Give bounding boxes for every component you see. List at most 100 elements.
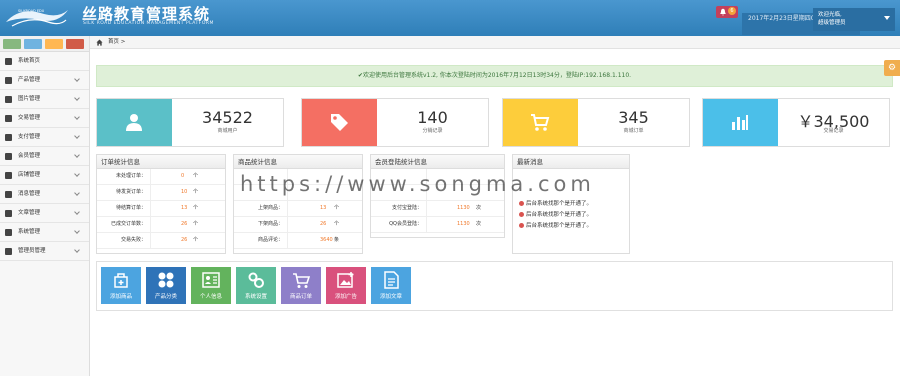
bar-chart-icon xyxy=(703,99,778,146)
sidebar-item-1[interactable]: 产品管理 xyxy=(0,71,89,90)
stat-value: 345 xyxy=(618,108,649,127)
chevron-down-icon xyxy=(74,95,80,101)
sidebar-item-7[interactable]: 消息管理 xyxy=(0,185,89,204)
stat-row-unit: 个 xyxy=(193,237,199,243)
news-item[interactable]: 后台系统找那个是开通了。 xyxy=(513,199,629,210)
chevron-down-icon xyxy=(74,171,80,177)
logo-small-text: SILKROAD EDU xyxy=(18,9,45,13)
bag-icon xyxy=(114,273,128,288)
settings-icon xyxy=(248,272,264,288)
shortcut-orange-button[interactable] xyxy=(45,39,63,49)
product-stats-panel: 商品统计信息 上架商品： 13 个下架商品： 26 个商品评论： 3640 条 xyxy=(233,154,363,254)
chevron-down-icon xyxy=(74,133,80,139)
sidebar-item-label: 图片管理 xyxy=(18,96,41,102)
stat-row-value: 26 xyxy=(181,237,188,243)
stat-card[interactable]: 34522 商城用户 xyxy=(96,98,284,147)
stat-row: 交易失败： 26 个 xyxy=(97,233,225,249)
stat-row-value: 0 xyxy=(181,173,185,179)
sidebar-item-label: 系统首页 xyxy=(18,58,41,64)
home-icon xyxy=(5,58,12,65)
stat-row-label: 上架商品： xyxy=(234,201,288,216)
stat-row-unit: 个 xyxy=(193,221,199,227)
sidebar-item-0[interactable]: 系统首页 xyxy=(0,52,89,71)
category-icon xyxy=(158,272,174,288)
shortcut-blue-button[interactable] xyxy=(24,39,42,49)
sidebar-item-label: 支付管理 xyxy=(18,134,41,140)
shortcut-green-button[interactable] xyxy=(3,39,21,49)
user-icon xyxy=(5,153,12,160)
sidebar-item-4[interactable]: 支付管理 xyxy=(0,128,89,147)
profile-icon xyxy=(202,272,220,288)
quick-tile-5[interactable]: 添加广告 xyxy=(326,267,366,304)
cart-icon xyxy=(293,273,310,288)
quick-tile-label: 添加广告 xyxy=(334,294,357,300)
watermark: https://www.songma.com xyxy=(240,172,595,196)
sidebar-item-6[interactable]: 店铺管理 xyxy=(0,166,89,185)
quick-tile-3[interactable]: 系统设置 xyxy=(236,267,276,304)
cart-icon xyxy=(503,99,578,146)
chevron-down-icon xyxy=(74,209,80,215)
stat-label: 商城用户 xyxy=(217,128,238,134)
breadcrumb-home[interactable]: 首页 > xyxy=(108,36,125,49)
notification-badge: 6 xyxy=(728,7,736,15)
quick-tile-0[interactable]: 添加商品 xyxy=(101,267,141,304)
stat-value: 140 xyxy=(417,108,448,127)
bell-icon xyxy=(519,212,524,217)
shortcut-red-button[interactable] xyxy=(66,39,84,49)
stat-row-unit: 个 xyxy=(193,189,199,195)
stat-row-value: 26 xyxy=(320,221,327,227)
sidebar-item-9[interactable]: 系统管理 xyxy=(0,223,89,242)
sidebar-item-8[interactable]: 文章管理 xyxy=(0,204,89,223)
picture-icon xyxy=(5,96,12,103)
sidebar-item-5[interactable]: 会员管理 xyxy=(0,147,89,166)
caret-down-icon xyxy=(884,16,890,20)
chevron-down-icon xyxy=(74,228,80,234)
order-stats-title: 订单统计信息 xyxy=(97,155,225,169)
news-text: 后台系统找那个是开通了。 xyxy=(526,212,593,218)
quick-tile-label: 产品分类 xyxy=(154,294,177,300)
card-icon xyxy=(5,134,12,141)
notification-button[interactable]: 6 xyxy=(716,6,738,18)
stat-row-unit: 条 xyxy=(334,237,340,243)
user-role: 超级管理员 xyxy=(818,20,846,26)
stat-row-label: 支付宝登陆： xyxy=(371,201,427,216)
news-item[interactable]: 后台系统找那个是开通了。 xyxy=(513,221,629,232)
stat-row-label: 交易失败： xyxy=(97,233,151,248)
user-icon xyxy=(97,99,172,146)
stat-label: 交易记录 xyxy=(823,128,844,134)
logo-icon: SILKROAD EDU xyxy=(6,9,68,27)
sidebar-item-label: 系统管理 xyxy=(18,229,41,235)
sidebar-item-label: 产品管理 xyxy=(18,77,41,83)
stat-row: 已成交订单数： 26 个 xyxy=(97,217,225,233)
sidebar-item-2[interactable]: 图片管理 xyxy=(0,90,89,109)
stat-card[interactable]: ￥34,500 交易记录 xyxy=(702,98,890,147)
stat-row-label: 待发货订单： xyxy=(97,185,151,200)
sidebar-item-10[interactable]: 管理员管理 xyxy=(0,242,89,261)
quick-tile-6[interactable]: 添加文章 xyxy=(371,267,411,304)
stat-row: 待结算订单： 13 个 xyxy=(97,201,225,217)
user-menu[interactable]: 欢迎光临, 超级管理员 xyxy=(813,8,895,31)
quick-tile-1[interactable]: 产品分类 xyxy=(146,267,186,304)
sidebar-item-label: 交易管理 xyxy=(18,115,41,121)
quick-tile-2[interactable]: 个人信息 xyxy=(191,267,231,304)
tag-icon xyxy=(302,99,377,146)
quick-tile-label: 添加商品 xyxy=(109,294,132,300)
stat-row-value: 1130 xyxy=(457,205,470,211)
news-item[interactable]: 后台系统找那个是开通了。 xyxy=(513,210,629,221)
quick-tile-4[interactable]: 商品订单 xyxy=(281,267,321,304)
sidebar-item-3[interactable]: 交易管理 xyxy=(0,109,89,128)
top-header: SILKROAD EDU 丝路教育管理系统 SILK ROAD EDUCATIO… xyxy=(0,0,900,36)
product-stats-title: 商品统计信息 xyxy=(234,155,362,169)
stat-row-value: 10 xyxy=(181,189,188,195)
news-text: 后台系统找那个是开通了。 xyxy=(526,201,593,207)
settings-gear-button[interactable]: ⚙ xyxy=(884,60,900,76)
sidebar: 系统首页产品管理图片管理交易管理支付管理会员管理店铺管理消息管理 文章管理系统管理… xyxy=(0,36,90,376)
stat-card[interactable]: 345 商城订单 xyxy=(502,98,690,147)
stat-label: 分销记录 xyxy=(422,128,443,134)
monitor-icon xyxy=(5,77,12,84)
sidebar-item-label: 店铺管理 xyxy=(18,172,41,178)
stat-card[interactable]: 140 分销记录 xyxy=(301,98,489,147)
home-icon[interactable] xyxy=(96,39,103,46)
chevron-down-icon xyxy=(74,190,80,196)
quick-tile-label: 商品订单 xyxy=(289,294,312,300)
